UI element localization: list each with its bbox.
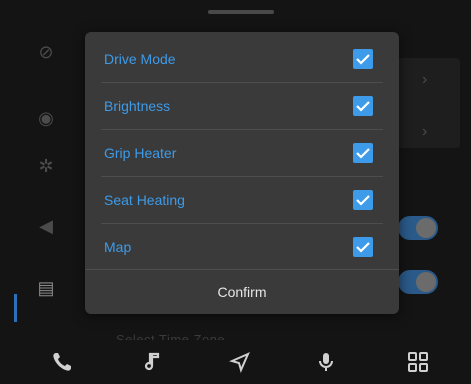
option-row-seat-heating[interactable]: Seat Heating <box>85 177 399 224</box>
option-row-drive-mode[interactable]: Drive Mode <box>85 36 399 83</box>
navigation-icon[interactable] <box>228 350 252 374</box>
side-nav: ⊘ ◉ ✲ ◀ ▤ <box>14 24 84 324</box>
confirm-button[interactable]: Confirm <box>85 270 399 314</box>
phone-icon[interactable] <box>50 350 74 374</box>
checkmark-icon <box>356 195 370 206</box>
chevron-right-icon[interactable]: › <box>422 70 434 90</box>
car-icon[interactable]: ◉ <box>32 104 60 132</box>
option-row-brightness[interactable]: Brightness <box>85 83 399 130</box>
toggle-switch[interactable] <box>398 270 438 294</box>
display-icon[interactable]: ▤ <box>32 274 60 302</box>
checkbox-checked[interactable] <box>353 143 373 163</box>
checkbox-checked[interactable] <box>353 96 373 116</box>
chevron-right-icon[interactable]: › <box>422 122 434 142</box>
option-label: Seat Heating <box>104 192 185 208</box>
option-label: Drive Mode <box>104 51 176 67</box>
checkbox-checked[interactable] <box>353 190 373 210</box>
volume-icon[interactable]: ◀ <box>32 212 60 240</box>
option-label: Brightness <box>104 98 171 114</box>
option-label: Map <box>104 239 132 255</box>
microphone-icon[interactable] <box>314 350 338 374</box>
widget-select-dialog: Drive Mode Brightness Grip Heater Seat H… <box>85 32 399 314</box>
bottom-nav-bar <box>0 340 471 384</box>
side-active-bar <box>14 294 17 322</box>
apps-grid-icon[interactable] <box>406 350 430 374</box>
music-icon[interactable] <box>142 350 166 374</box>
checkmark-icon <box>356 54 370 65</box>
top-handle[interactable] <box>208 10 274 14</box>
toggle-switch[interactable] <box>398 216 438 240</box>
settings-icon[interactable]: ✲ <box>32 152 60 180</box>
compass-icon[interactable]: ⊘ <box>32 38 60 66</box>
option-label: Grip Heater <box>104 145 177 161</box>
checkbox-checked[interactable] <box>353 237 373 257</box>
checkbox-checked[interactable] <box>353 49 373 69</box>
option-row-map[interactable]: Map <box>85 224 399 271</box>
checkmark-icon <box>356 101 370 112</box>
checkmark-icon <box>356 148 370 159</box>
option-row-grip-heater[interactable]: Grip Heater <box>85 130 399 177</box>
checkmark-icon <box>356 242 370 253</box>
